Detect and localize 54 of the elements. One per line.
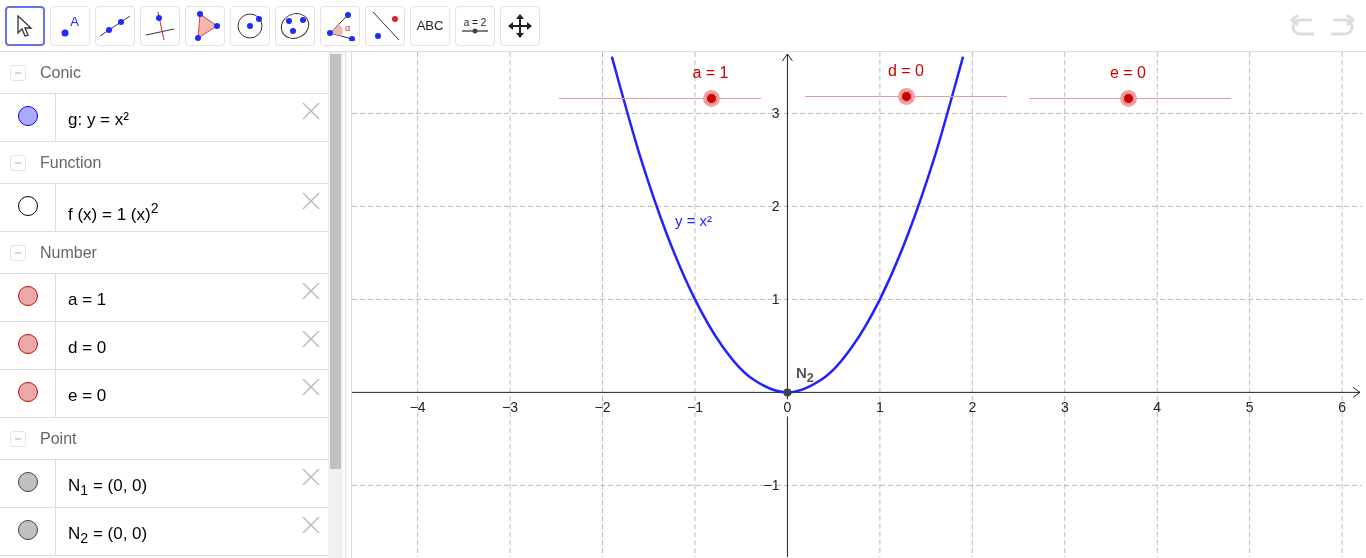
tick-label: 2 [771, 198, 780, 215]
tick-label: −1 [763, 477, 780, 494]
line-icon [99, 13, 131, 38]
tick-label: 6 [1338, 399, 1346, 416]
perpendicular-lines-icon [144, 10, 176, 41]
tick-label: 0 [783, 399, 792, 416]
group-title: Number [40, 243, 97, 262]
tool-button[interactable]: A [50, 5, 90, 46]
arrow-pointer-icon [16, 13, 34, 38]
circle-icon [235, 10, 265, 41]
algebra-entry[interactable]: g: y = x² [56, 94, 300, 141]
scrollbar[interactable] [328, 52, 343, 558]
ellipse-icon [279, 10, 311, 41]
algebra-entry[interactable]: d = 0 [56, 322, 300, 369]
origin-point[interactable] [783, 388, 792, 397]
visibility-toggle[interactable] [17, 106, 38, 126]
curve-label: y = x² [675, 212, 713, 229]
group-title: Function [40, 153, 102, 172]
slider-handle[interactable] [1119, 90, 1137, 107]
move-arrows-icon [507, 12, 533, 39]
tick-label: −1 [687, 399, 703, 416]
tick-label: 5 [1245, 399, 1254, 416]
tool-button[interactable] [5, 5, 45, 46]
visibility-toggle[interactable] [17, 520, 38, 540]
tick-label: −2 [594, 399, 611, 416]
tick-label: 1 [876, 399, 884, 416]
group-title: Conic [40, 63, 81, 82]
slider-handle[interactable] [702, 90, 720, 107]
algebra-entry[interactable]: N$_{1}$ = (0, 0) [56, 460, 300, 507]
tool-label: ABC [416, 18, 444, 33]
visibility-toggle[interactable] [17, 382, 38, 402]
visibility-toggle[interactable] [17, 334, 38, 354]
tick-label: −4 [409, 399, 426, 416]
algebra-entry[interactable]: a = 1 [56, 274, 300, 321]
tick-label: 2 [968, 399, 977, 416]
tool-button[interactable]: a = 2 [455, 5, 495, 46]
algebra-entry[interactable]: f (x) = 1 (x)$^{2}$ [56, 184, 300, 231]
slider-label: d = 0 [888, 62, 924, 80]
slider-label: a = 1 [692, 64, 729, 82]
tick-label: 4 [1153, 399, 1162, 416]
visibility-toggle[interactable] [17, 196, 38, 216]
visibility-toggle[interactable] [17, 286, 38, 306]
algebra-entry[interactable]: N$_{2}$ = (0, 0) [56, 508, 300, 555]
visibility-toggle[interactable] [17, 472, 38, 492]
algebra-entry[interactable]: e = 0 [56, 370, 300, 417]
slider-handle[interactable] [898, 88, 915, 105]
group-title: Point [40, 429, 77, 448]
slider-label: e = 0 [1109, 64, 1146, 82]
tool-button[interactable]: ABC [410, 5, 450, 46]
tick-label: 3 [1060, 399, 1069, 416]
tick-label: −3 [502, 399, 519, 416]
point-label: N$_{2}$ [796, 364, 814, 385]
tick-label: 3 [771, 105, 780, 122]
tick-label: 1 [771, 291, 780, 308]
